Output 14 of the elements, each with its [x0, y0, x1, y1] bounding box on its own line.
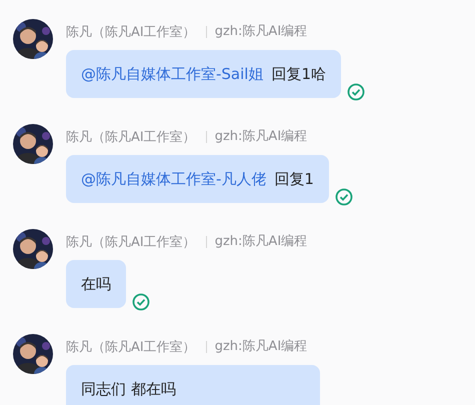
- message-text: 回复1哈: [271, 64, 326, 85]
- account-name: gzh:陈凡AI编程: [206, 26, 308, 38]
- sender-name: 陈凡（陈凡AI工作室）: [66, 339, 196, 356]
- mention-link[interactable]: @陈凡自媒体工作室-Sail姐: [81, 63, 264, 85]
- sender-name: 陈凡（陈凡AI工作室）: [66, 24, 196, 41]
- account-name: gzh:陈凡AI编程: [206, 341, 308, 353]
- sender-name: 陈凡（陈凡AI工作室）: [66, 129, 196, 146]
- sender-name: 陈凡（陈凡AI工作室）: [66, 234, 196, 251]
- message-text: 在吗: [81, 274, 111, 295]
- mention-link[interactable]: @陈凡自媒体工作室-凡人佬: [81, 168, 266, 190]
- message-text: 回复1: [274, 169, 314, 190]
- account-name: gzh:陈凡AI编程: [206, 236, 308, 248]
- message-text: 同志们 都在吗: [81, 379, 176, 400]
- account-name: gzh:陈凡AI编程: [206, 131, 308, 143]
